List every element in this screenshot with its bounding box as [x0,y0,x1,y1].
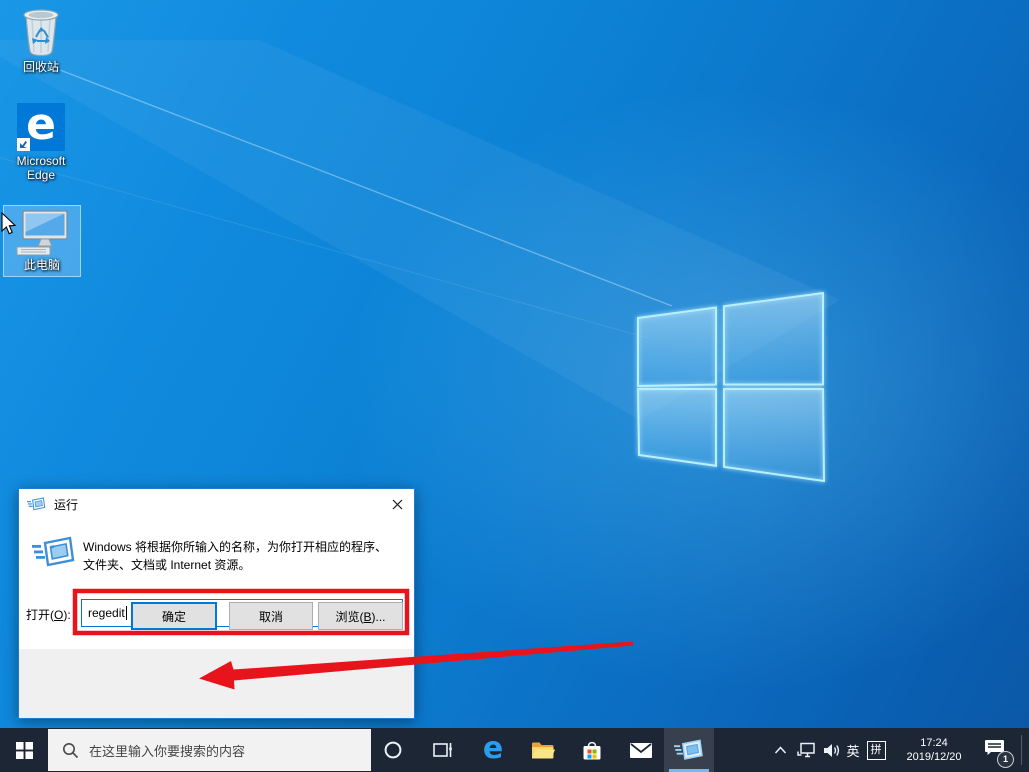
file-explorer-button[interactable] [523,728,563,772]
desktop-icon-label: 回收站 [22,60,59,74]
mail-button[interactable] [621,728,661,772]
ime-language-indicator[interactable]: 英 [843,728,863,772]
run-command-value[interactable]: regedit [88,606,125,620]
desktop-icon-recycle-bin[interactable]: 回收站 [8,5,74,74]
close-button[interactable] [380,489,414,519]
desktop-icon-label: 此电脑 [23,258,60,272]
dialog-description: Windows 将根据你所输入的名称，为你打开相应的程序、 文件夹、文档或 In… [83,540,388,572]
folder-icon [532,742,555,758]
taskbar: 在这里输入你要搜索的内容 e 英 拼 17:24 2019/12/20 1 [0,728,1029,772]
cortana-ring-icon [384,741,402,759]
shortcut-arrow-icon [17,138,30,151]
windows-desktop: 回收站 e Microsoft Edge 此电脑 运行 Windows 将根据你… [0,0,1029,772]
tray-expand-button[interactable] [766,728,794,772]
clock[interactable]: 17:24 2019/12/20 [894,728,974,772]
task-view-button[interactable] [423,728,463,772]
open-field-label: 打开(O): [26,608,71,622]
taskbar-edge-button[interactable]: e [473,728,513,772]
notification-badge: 1 [997,751,1014,768]
dialog-footer: 确定 取消 浏览(B)... [19,602,414,718]
windows-logo-icon [636,291,826,483]
light-ray [59,69,673,307]
run-dialog: 运行 Windows 将根据你所输入的名称，为你打开相应的程序、 文件夹、文档或… [18,488,415,719]
tray-time: 17:24 [920,737,948,749]
magnifier-icon [63,742,79,758]
ethernet-icon [796,742,815,758]
tray-date: 2019/12/20 [906,751,962,763]
speaker-icon [823,743,839,757]
edge-icon: e [17,103,65,151]
run-icon-large [32,536,75,567]
ok-button[interactable]: 确定 [131,602,217,630]
this-pc-icon [14,209,70,255]
notification-center-button[interactable]: 1 [978,728,1016,772]
store-button[interactable] [572,728,612,772]
taskbar-run-app-button[interactable] [664,728,714,772]
cancel-button[interactable]: 取消 [229,602,313,630]
show-desktop-separator[interactable] [1021,735,1022,765]
close-x-icon [392,499,402,509]
taskbar-search-input[interactable]: 在这里输入你要搜索的内容 [48,729,371,771]
chevron-up-icon [774,746,786,754]
task-view-icon [433,743,452,757]
browse-button[interactable]: 浏览(B)... [318,602,403,630]
text-caret [125,606,127,620]
light-ray-2 [0,157,649,339]
desktop-icon-this-pc[interactable]: 此电脑 [3,205,81,277]
cortana-button[interactable] [373,728,413,772]
light-beam [0,40,840,420]
dialog-title: 运行 [54,497,79,512]
store-bag-icon [583,741,601,759]
ime-mode-indicator[interactable]: 拼 [864,728,888,772]
run-icon [674,739,703,760]
edge-icon: e [482,730,504,766]
recycle-bin-icon [19,5,63,57]
desktop-icon-label: Microsoft Edge [16,154,66,182]
start-button[interactable] [0,728,48,772]
run-icon [27,497,46,511]
desktop-icon-microsoft-edge[interactable]: e Microsoft Edge [8,103,74,183]
search-placeholder: 在这里输入你要搜索的内容 [89,743,246,759]
run-dialog-titlebar[interactable]: 运行 [19,489,414,519]
network-button[interactable] [793,728,819,772]
windows-start-icon [15,741,33,759]
envelope-icon [630,742,652,758]
volume-button[interactable] [818,728,844,772]
